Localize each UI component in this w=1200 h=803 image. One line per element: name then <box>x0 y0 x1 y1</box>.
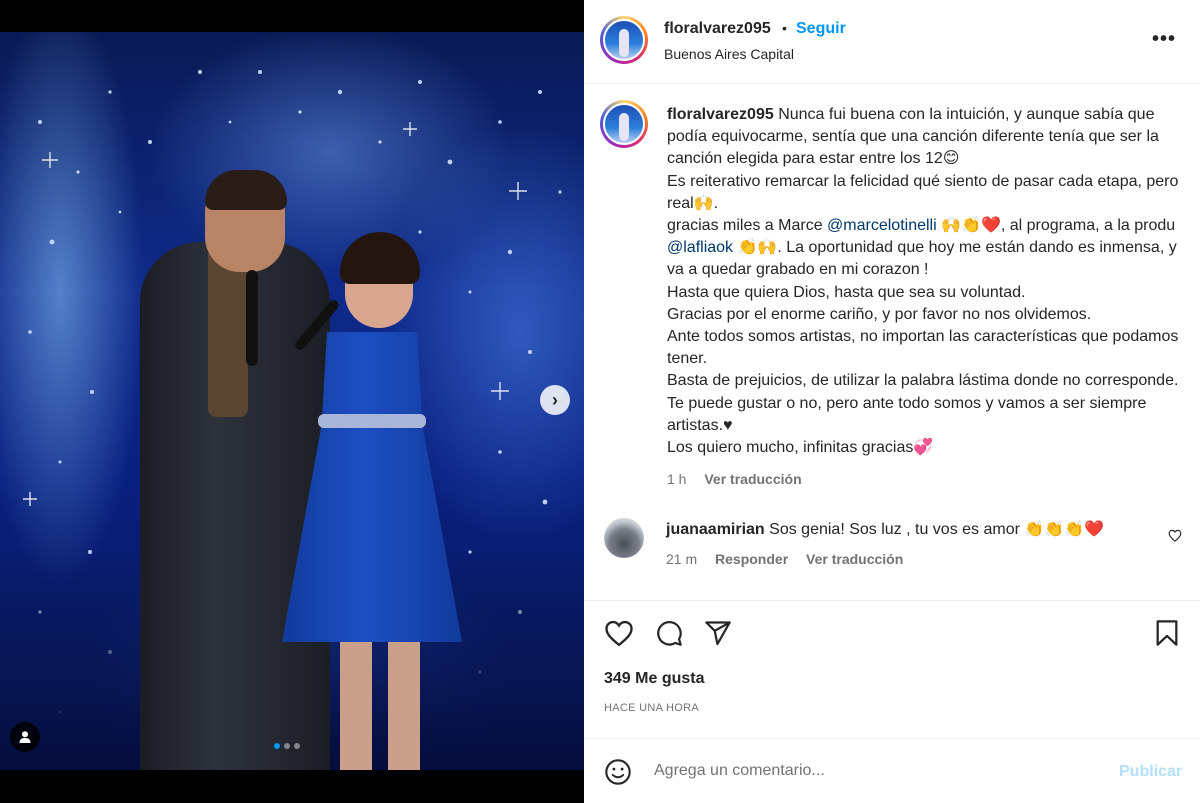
mention-link[interactable]: @marcelotinelli <box>827 217 937 234</box>
caption-text: Gracias por el enorme cariño, y por favo… <box>667 305 1092 323</box>
post-caption: floralvarez095 Nunca fui buena con la in… <box>667 104 1179 459</box>
caption-text: 🙌👏❤️, al programa, a la produ <box>936 217 1176 235</box>
share-icon[interactable] <box>704 619 732 652</box>
post-actions <box>584 600 1200 670</box>
likes-count[interactable]: 349 Me gusta <box>604 670 704 688</box>
more-options-icon[interactable]: ••• <box>1152 28 1176 51</box>
post-timestamp[interactable]: HACE UNA HORA <box>604 702 699 714</box>
caption-text: Hasta que quiera Dios, hasta que sea su … <box>667 283 1026 301</box>
publish-button[interactable]: Publicar <box>1119 763 1182 781</box>
comment-meta: 21 m Responder Ver traducción <box>666 551 903 567</box>
caption-text: Ante todos somos artistas, no importan l… <box>667 328 1179 368</box>
author-username[interactable]: floralvarez095 <box>664 20 771 38</box>
header-separator: • <box>782 20 787 36</box>
tagged-users-button[interactable] <box>10 722 40 752</box>
follow-button[interactable]: Seguir <box>796 20 846 38</box>
chevron-right-icon: › <box>552 389 558 410</box>
caption-time[interactable]: 1 h <box>667 471 686 487</box>
author-avatar[interactable] <box>600 16 648 64</box>
caption-text: Los quiero mucho, infinitas gracias💞 <box>667 439 934 457</box>
caption-text: gracias miles a Marce <box>667 217 828 235</box>
carousel-dot <box>274 743 280 749</box>
caption-text: 👏🙌. La oportunidad que hoy me están dand… <box>667 239 1177 279</box>
carousel-dot <box>294 743 300 749</box>
user-icon <box>19 731 31 743</box>
carousel-next-button[interactable]: › <box>540 385 570 415</box>
comment-text: Sos genia! Sos luz , tu vos es amor 👏👏👏❤… <box>769 521 1105 538</box>
save-icon[interactable] <box>1154 619 1180 652</box>
post-panel: floralvarez095 • Seguir Buenos Aires Cap… <box>584 0 1200 803</box>
post-photo[interactable] <box>0 32 584 770</box>
caption-text: Basta de prejuicios, de utilizar la pala… <box>667 372 1179 434</box>
mention-link[interactable]: @lafliaok <box>667 239 733 256</box>
caption-author-avatar[interactable] <box>600 100 648 148</box>
post-location[interactable]: Buenos Aires Capital <box>664 46 794 62</box>
comment-input[interactable] <box>654 759 1094 783</box>
caption-username[interactable]: floralvarez095 <box>667 106 774 123</box>
comment-reply-button[interactable]: Responder <box>715 551 788 567</box>
add-comment-bar: Publicar <box>584 738 1200 803</box>
comment: juanaamirian Sos genia! Sos luz , tu vos… <box>666 519 1146 539</box>
carousel-indicator <box>274 743 300 749</box>
carousel-dot <box>284 743 290 749</box>
post-media: › <box>0 0 584 803</box>
commenter-username[interactable]: juanaamirian <box>666 521 765 538</box>
post-header: floralvarez095 • Seguir Buenos Aires Cap… <box>584 0 1200 84</box>
comment-translate-button[interactable]: Ver traducción <box>806 551 903 567</box>
comment-icon[interactable] <box>654 619 684 652</box>
caption-meta: 1 h Ver traducción <box>667 471 802 487</box>
caption-text: Es reiterativo remarcar la felicidad qué… <box>667 172 1179 212</box>
like-icon[interactable] <box>604 619 634 652</box>
comment-like-icon[interactable] <box>1168 529 1182 547</box>
emoji-icon[interactable] <box>604 758 632 791</box>
commenter-avatar[interactable] <box>604 518 644 558</box>
caption-translate-button[interactable]: Ver traducción <box>704 471 801 487</box>
comment-time[interactable]: 21 m <box>666 551 697 567</box>
